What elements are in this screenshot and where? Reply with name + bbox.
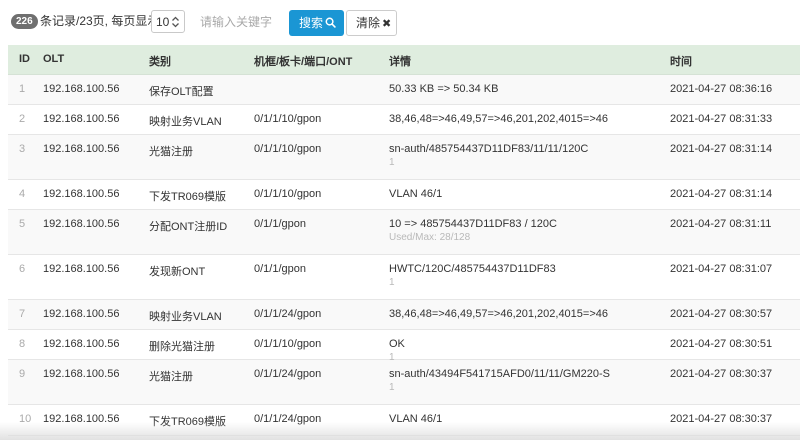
header-location[interactable]: 机框/板卡/端口/ONT xyxy=(254,53,352,69)
cell-id: 3 xyxy=(19,143,26,155)
header-detail[interactable]: 详情 xyxy=(389,53,411,69)
cell-type: 分配ONT注册ID xyxy=(149,221,228,233)
table-row[interactable]: 1 192.168.100.56 保存OLT配置 50.33 KB => 50.34 … xyxy=(8,75,800,105)
cell-id: 2 xyxy=(19,113,26,125)
header-time[interactable]: 时间 xyxy=(670,53,692,69)
cell-id: 4 xyxy=(19,188,26,200)
table-row[interactable]: 7 192.168.100.56 映射业务VLAN 0/1/1/24/gpon 38,4… xyxy=(8,300,800,330)
record-count-text: 条记录/23页, 每页显示 xyxy=(40,14,160,28)
clear-button[interactable]: 清除 ✖ xyxy=(346,10,397,36)
table-row[interactable]: 6 192.168.100.56 发现新ONT 0/1/1/gpon HWTC/120C… xyxy=(8,255,800,300)
cell-id: 6 xyxy=(19,263,26,275)
cell-location: 0/1/1/10/gpon xyxy=(254,113,322,125)
cell-olt: 192.168.100.56 xyxy=(43,83,120,95)
scroll-fade xyxy=(0,422,800,440)
table-row[interactable]: 9 192.168.100.56 光猫注册 0/1/1/24/gpon sn-auth/… xyxy=(8,360,800,405)
cell-olt: 192.168.100.56 xyxy=(43,368,120,380)
cell-olt: 192.168.100.56 xyxy=(43,188,120,200)
cell-detail: sn-auth/43494F541715AFD0/11/11/GM220-S xyxy=(389,368,610,380)
header-olt[interactable]: OLT xyxy=(43,53,64,65)
cell-id: 8 xyxy=(19,338,26,350)
search-button[interactable]: 搜索 xyxy=(289,10,344,36)
cell-detail-sub: 1 xyxy=(389,382,395,393)
table-row[interactable]: 3 192.168.100.56 光猫注册 0/1/1/10/gpon sn-auth/… xyxy=(8,135,800,180)
table-row[interactable]: 4 192.168.100.56 下发TR069模版 0/1/1/10/gpon VLA… xyxy=(8,180,800,210)
cell-time: 2021-04-27 08:31:07 xyxy=(670,263,773,275)
table-row[interactable]: 8 192.168.100.56 删除光猫注册 0/1/1/10/gpon OK 2021… xyxy=(8,330,800,363)
log-table: ID OLT 类别 机框/板卡/端口/ONT 详情 时间 1 192.168.10… xyxy=(8,45,800,436)
cell-time: 2021-04-27 08:30:37 xyxy=(670,368,773,380)
cell-location: 0/1/1/10/gpon xyxy=(254,143,322,155)
cell-time: 2021-04-27 08:30:51 xyxy=(670,338,773,350)
cell-detail: sn-auth/485754437D11DF83/11/11/120C xyxy=(389,143,589,155)
cell-type: 光猫注册 xyxy=(149,371,193,383)
table-body: 1 192.168.100.56 保存OLT配置 50.33 KB => 50.34 … xyxy=(8,75,800,436)
cell-time: 2021-04-27 08:31:14 xyxy=(670,143,773,155)
cell-detail-sub: 1 xyxy=(389,157,395,168)
cell-time: 2021-04-27 08:31:14 xyxy=(670,188,773,200)
cell-type: 保存OLT配置 xyxy=(149,86,214,98)
clear-button-label: 清除 xyxy=(356,16,381,30)
cell-olt: 192.168.100.56 xyxy=(43,113,120,125)
cell-location: 0/1/1/10/gpon xyxy=(254,338,322,350)
cell-type: 删除光猫注册 xyxy=(149,341,215,353)
close-icon: ✖ xyxy=(382,18,392,30)
cell-detail: 38,46,48=>46,49,57=>46,201,202,4015=>46 xyxy=(389,308,608,320)
cell-olt: 192.168.100.56 xyxy=(43,308,120,320)
cell-location: 0/1/1/gpon xyxy=(254,218,306,230)
cell-location: 0/1/1/24/gpon xyxy=(254,368,322,380)
cell-detail: 38,46,48=>46,49,57=>46,201,202,4015=>46 xyxy=(389,113,608,125)
cell-type: 下发TR069模版 xyxy=(149,191,227,203)
cell-detail: 10 => 485754437D11DF83 / 120C xyxy=(389,218,557,230)
cell-id: 5 xyxy=(19,218,26,230)
cell-location: 0/1/1/24/gpon xyxy=(254,308,322,320)
toolbar: 226 条记录/23页, 每页显示 10 搜索 清除 ✖ xyxy=(0,0,800,40)
cell-detail: OK xyxy=(389,338,405,350)
cell-location: 0/1/1/gpon xyxy=(254,263,306,275)
cell-detail-sub: Used/Max: 28/128 xyxy=(389,232,471,243)
cell-time: 2021-04-27 08:31:11 xyxy=(670,218,772,230)
cell-type: 映射业务VLAN xyxy=(149,311,222,323)
table-row[interactable]: 5 192.168.100.56 分配ONT注册ID 0/1/1/gpon 10 => … xyxy=(8,210,800,255)
cell-time: 2021-04-27 08:31:33 xyxy=(670,113,773,125)
search-button-label: 搜索 xyxy=(299,16,324,30)
search-input[interactable] xyxy=(196,10,282,34)
cell-id: 9 xyxy=(19,368,26,380)
table-header: ID OLT 类别 机框/板卡/端口/ONT 详情 时间 xyxy=(8,45,800,75)
cell-time: 2021-04-27 08:30:57 xyxy=(670,308,773,320)
table-row[interactable]: 2 192.168.100.56 映射业务VLAN 0/1/1/10/gpon 38,4… xyxy=(8,105,800,135)
page-size-value: 10 xyxy=(156,15,170,29)
cell-detail: VLAN 46/1 xyxy=(389,188,443,200)
cell-time: 2021-04-27 08:36:16 xyxy=(670,83,773,95)
header-type[interactable]: 类别 xyxy=(149,53,171,69)
cell-olt: 192.168.100.56 xyxy=(43,218,120,230)
cell-id: 7 xyxy=(19,308,26,320)
cell-type: 光猫注册 xyxy=(149,146,193,158)
cell-detail: 50.33 KB => 50.34 KB xyxy=(389,83,499,95)
cell-olt: 192.168.100.56 xyxy=(43,338,120,350)
cell-type: 映射业务VLAN xyxy=(149,116,222,128)
cell-type: 发现新ONT xyxy=(149,266,206,278)
search-icon xyxy=(325,17,336,28)
header-id[interactable]: ID xyxy=(19,53,30,65)
cell-olt: 192.168.100.56 xyxy=(43,263,120,275)
chevron-updown-icon xyxy=(172,16,179,28)
cell-olt: 192.168.100.56 xyxy=(43,143,120,155)
cell-location: 0/1/1/10/gpon xyxy=(254,188,322,200)
record-count-badge: 226 xyxy=(11,14,38,29)
page-size-select[interactable]: 10 xyxy=(151,10,185,33)
cell-id: 1 xyxy=(19,83,26,95)
cell-detail: HWTC/120C/485754437D11DF83 xyxy=(389,263,556,275)
cell-detail-sub: 1 xyxy=(389,277,395,288)
